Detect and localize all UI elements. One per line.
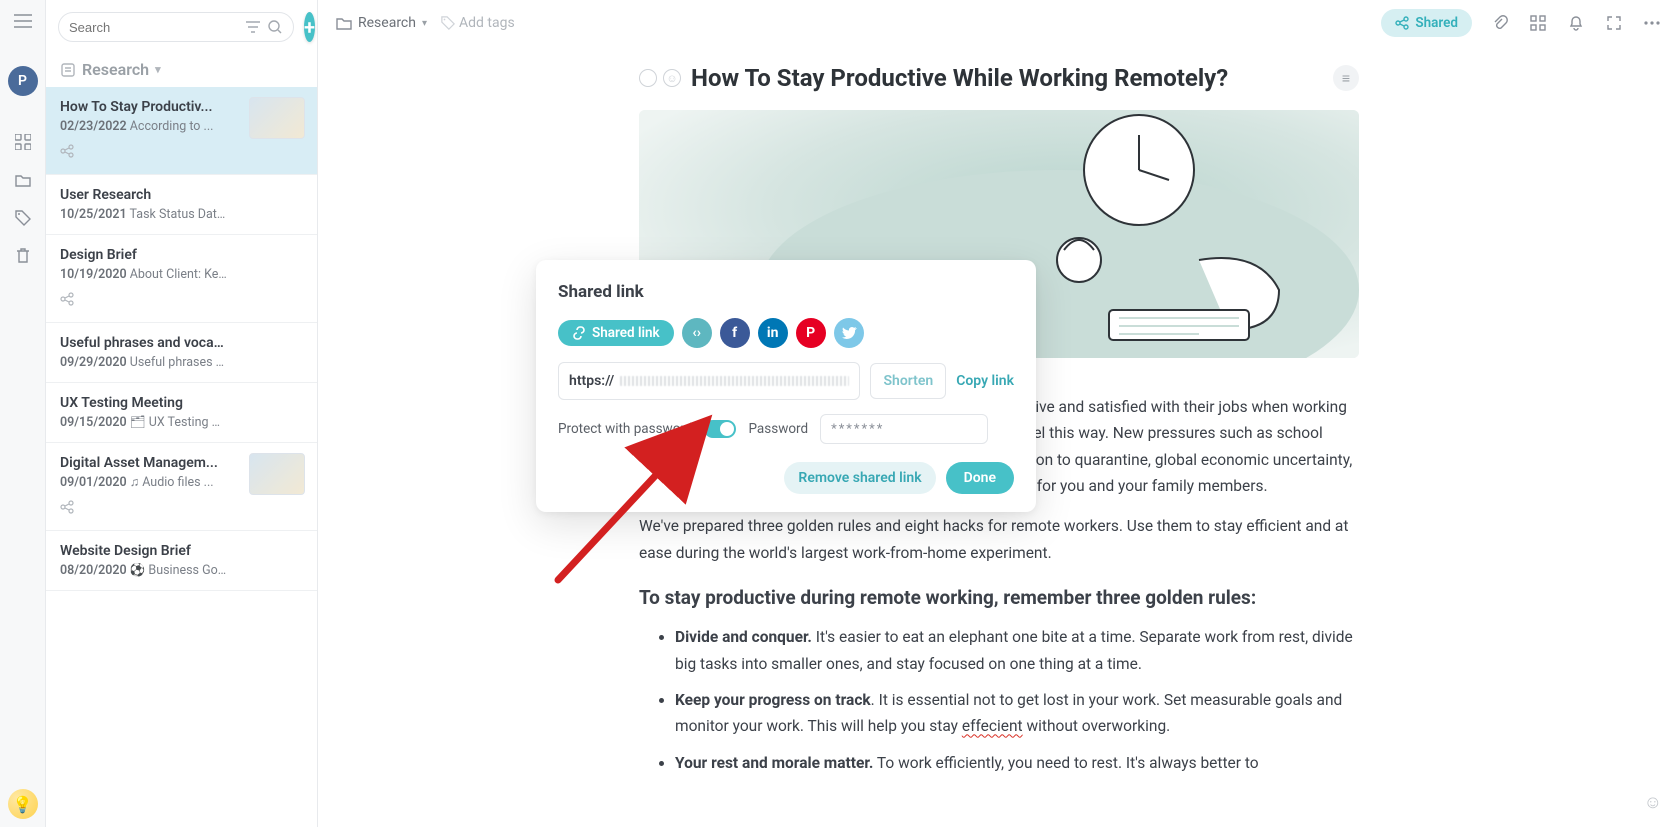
note-meta: 02/23/2022 According to ... [60, 119, 230, 134]
note-item[interactable]: Useful phrases and vocabulary 09/29/2020… [46, 323, 317, 383]
note-thumbnail [249, 97, 305, 139]
note-title: Useful phrases and vocabulary [60, 335, 225, 351]
done-button[interactable]: Done [946, 462, 1014, 494]
password-toggle[interactable] [704, 420, 736, 438]
note-meta: 10/19/2020 About Client: Key People Jo..… [60, 267, 230, 282]
note-title: User Research [60, 187, 225, 203]
note-meta: 09/29/2020 Useful phrases and vocabu... [60, 355, 230, 370]
sidebar-title[interactable]: Research ▾ [46, 48, 317, 87]
note-meta: 09/15/2020 🗂 UX Testing Meeting Age... [60, 415, 230, 430]
filter-icon[interactable] [245, 19, 261, 35]
heading: To stay productive during remote working… [639, 582, 1359, 614]
shared-link-modal: Shared link Shared link ‹› f in P https:… [536, 260, 1036, 512]
note-item[interactable]: User Research 10/25/2021 Task Status Dat… [46, 175, 317, 235]
note-meta: 09/01/2020 ♫ Audio files ... [60, 475, 230, 490]
shared-button[interactable]: Shared [1381, 9, 1472, 37]
protect-label: Protect with password [558, 421, 692, 437]
password-label: Password [748, 421, 808, 437]
share-icon [60, 144, 303, 162]
add-note-button[interactable]: + [304, 12, 315, 42]
list-item: Your rest and morale matter. To work eff… [675, 750, 1359, 776]
note-meta: 08/20/2020 ⚽ Business Goals In this s... [60, 563, 230, 578]
breadcrumb[interactable]: Research ▾ [336, 15, 427, 31]
doc-menu-icon[interactable]: ≡ [1333, 65, 1359, 91]
doc-title[interactable]: How To Stay Productive While Working Rem… [691, 64, 1228, 92]
topbar: Research ▾ Add tags Shared [318, 0, 1680, 46]
embed-icon[interactable]: ‹› [682, 318, 712, 348]
avatar[interactable]: P [8, 66, 38, 96]
shorten-button[interactable]: Shorten [870, 363, 946, 399]
note-title: Website Design Brief [60, 543, 225, 559]
apps-icon[interactable] [1528, 13, 1548, 33]
trash-icon[interactable] [13, 246, 33, 266]
sidebar: + Research ▾ How To Stay Productiv... 02… [46, 0, 318, 827]
facebook-icon[interactable]: f [720, 318, 750, 348]
pinterest-icon[interactable]: P [796, 318, 826, 348]
menu-icon[interactable] [10, 8, 36, 34]
shared-link-pill[interactable]: Shared link [558, 320, 674, 346]
tag-icon[interactable] [13, 208, 33, 228]
bell-icon[interactable] [1566, 13, 1586, 33]
linkedin-icon[interactable]: in [758, 318, 788, 348]
more-icon[interactable] [1642, 13, 1662, 33]
note-item[interactable]: Design Brief 10/19/2020 About Client: Ke… [46, 235, 317, 323]
list-item: Keep your progress on track. It is essen… [675, 687, 1359, 740]
note-item[interactable]: UX Testing Meeting 09/15/2020 🗂 UX Testi… [46, 383, 317, 443]
note-title: UX Testing Meeting [60, 395, 225, 411]
copy-link-button[interactable]: Copy link [956, 373, 1014, 389]
face-icon[interactable]: ☺ [663, 69, 681, 87]
expand-icon[interactable] [1604, 13, 1624, 33]
twitter-icon[interactable] [834, 318, 864, 348]
attachment-icon[interactable] [1490, 13, 1510, 33]
note-title: Design Brief [60, 247, 225, 263]
lightbulb-icon[interactable]: 💡 [8, 789, 38, 819]
circle-icon[interactable] [639, 69, 657, 87]
share-icon [60, 500, 303, 518]
share-icon [60, 292, 303, 310]
remove-shared-link-button[interactable]: Remove shared link [784, 462, 935, 494]
left-rail: P 💡 [0, 0, 46, 827]
list-item: Divide and conquer. It's easier to eat a… [675, 624, 1359, 677]
note-item[interactable]: How To Stay Productiv... 02/23/2022 Acco… [46, 87, 317, 175]
note-item[interactable]: Digital Asset Managem... 09/01/2020 ♫ Au… [46, 443, 317, 531]
chevron-down-icon: ▾ [155, 63, 161, 76]
note-meta: 10/25/2021 Task Status Date/Time Emai... [60, 207, 230, 222]
search-input[interactable] [58, 12, 294, 42]
feedback-icon[interactable]: ☺ [1644, 792, 1662, 813]
title-status-icons: ☺ [639, 69, 681, 87]
password-input[interactable]: ******* [820, 414, 988, 444]
grid-icon[interactable] [13, 132, 33, 152]
add-tags-button[interactable]: Add tags [441, 15, 515, 31]
search-icon[interactable] [267, 19, 283, 35]
chevron-down-icon: ▾ [422, 18, 427, 29]
folder-icon[interactable] [13, 170, 33, 190]
share-url-field[interactable]: https:// [558, 362, 860, 400]
note-title: How To Stay Productiv... [60, 99, 225, 115]
paragraph: We've prepared three golden rules and ei… [639, 513, 1359, 566]
modal-title: Shared link [558, 282, 1014, 302]
note-title: Digital Asset Managem... [60, 455, 225, 471]
note-thumbnail [249, 453, 305, 495]
note-item[interactable]: Website Design Brief 08/20/2020 ⚽ Busine… [46, 531, 317, 591]
